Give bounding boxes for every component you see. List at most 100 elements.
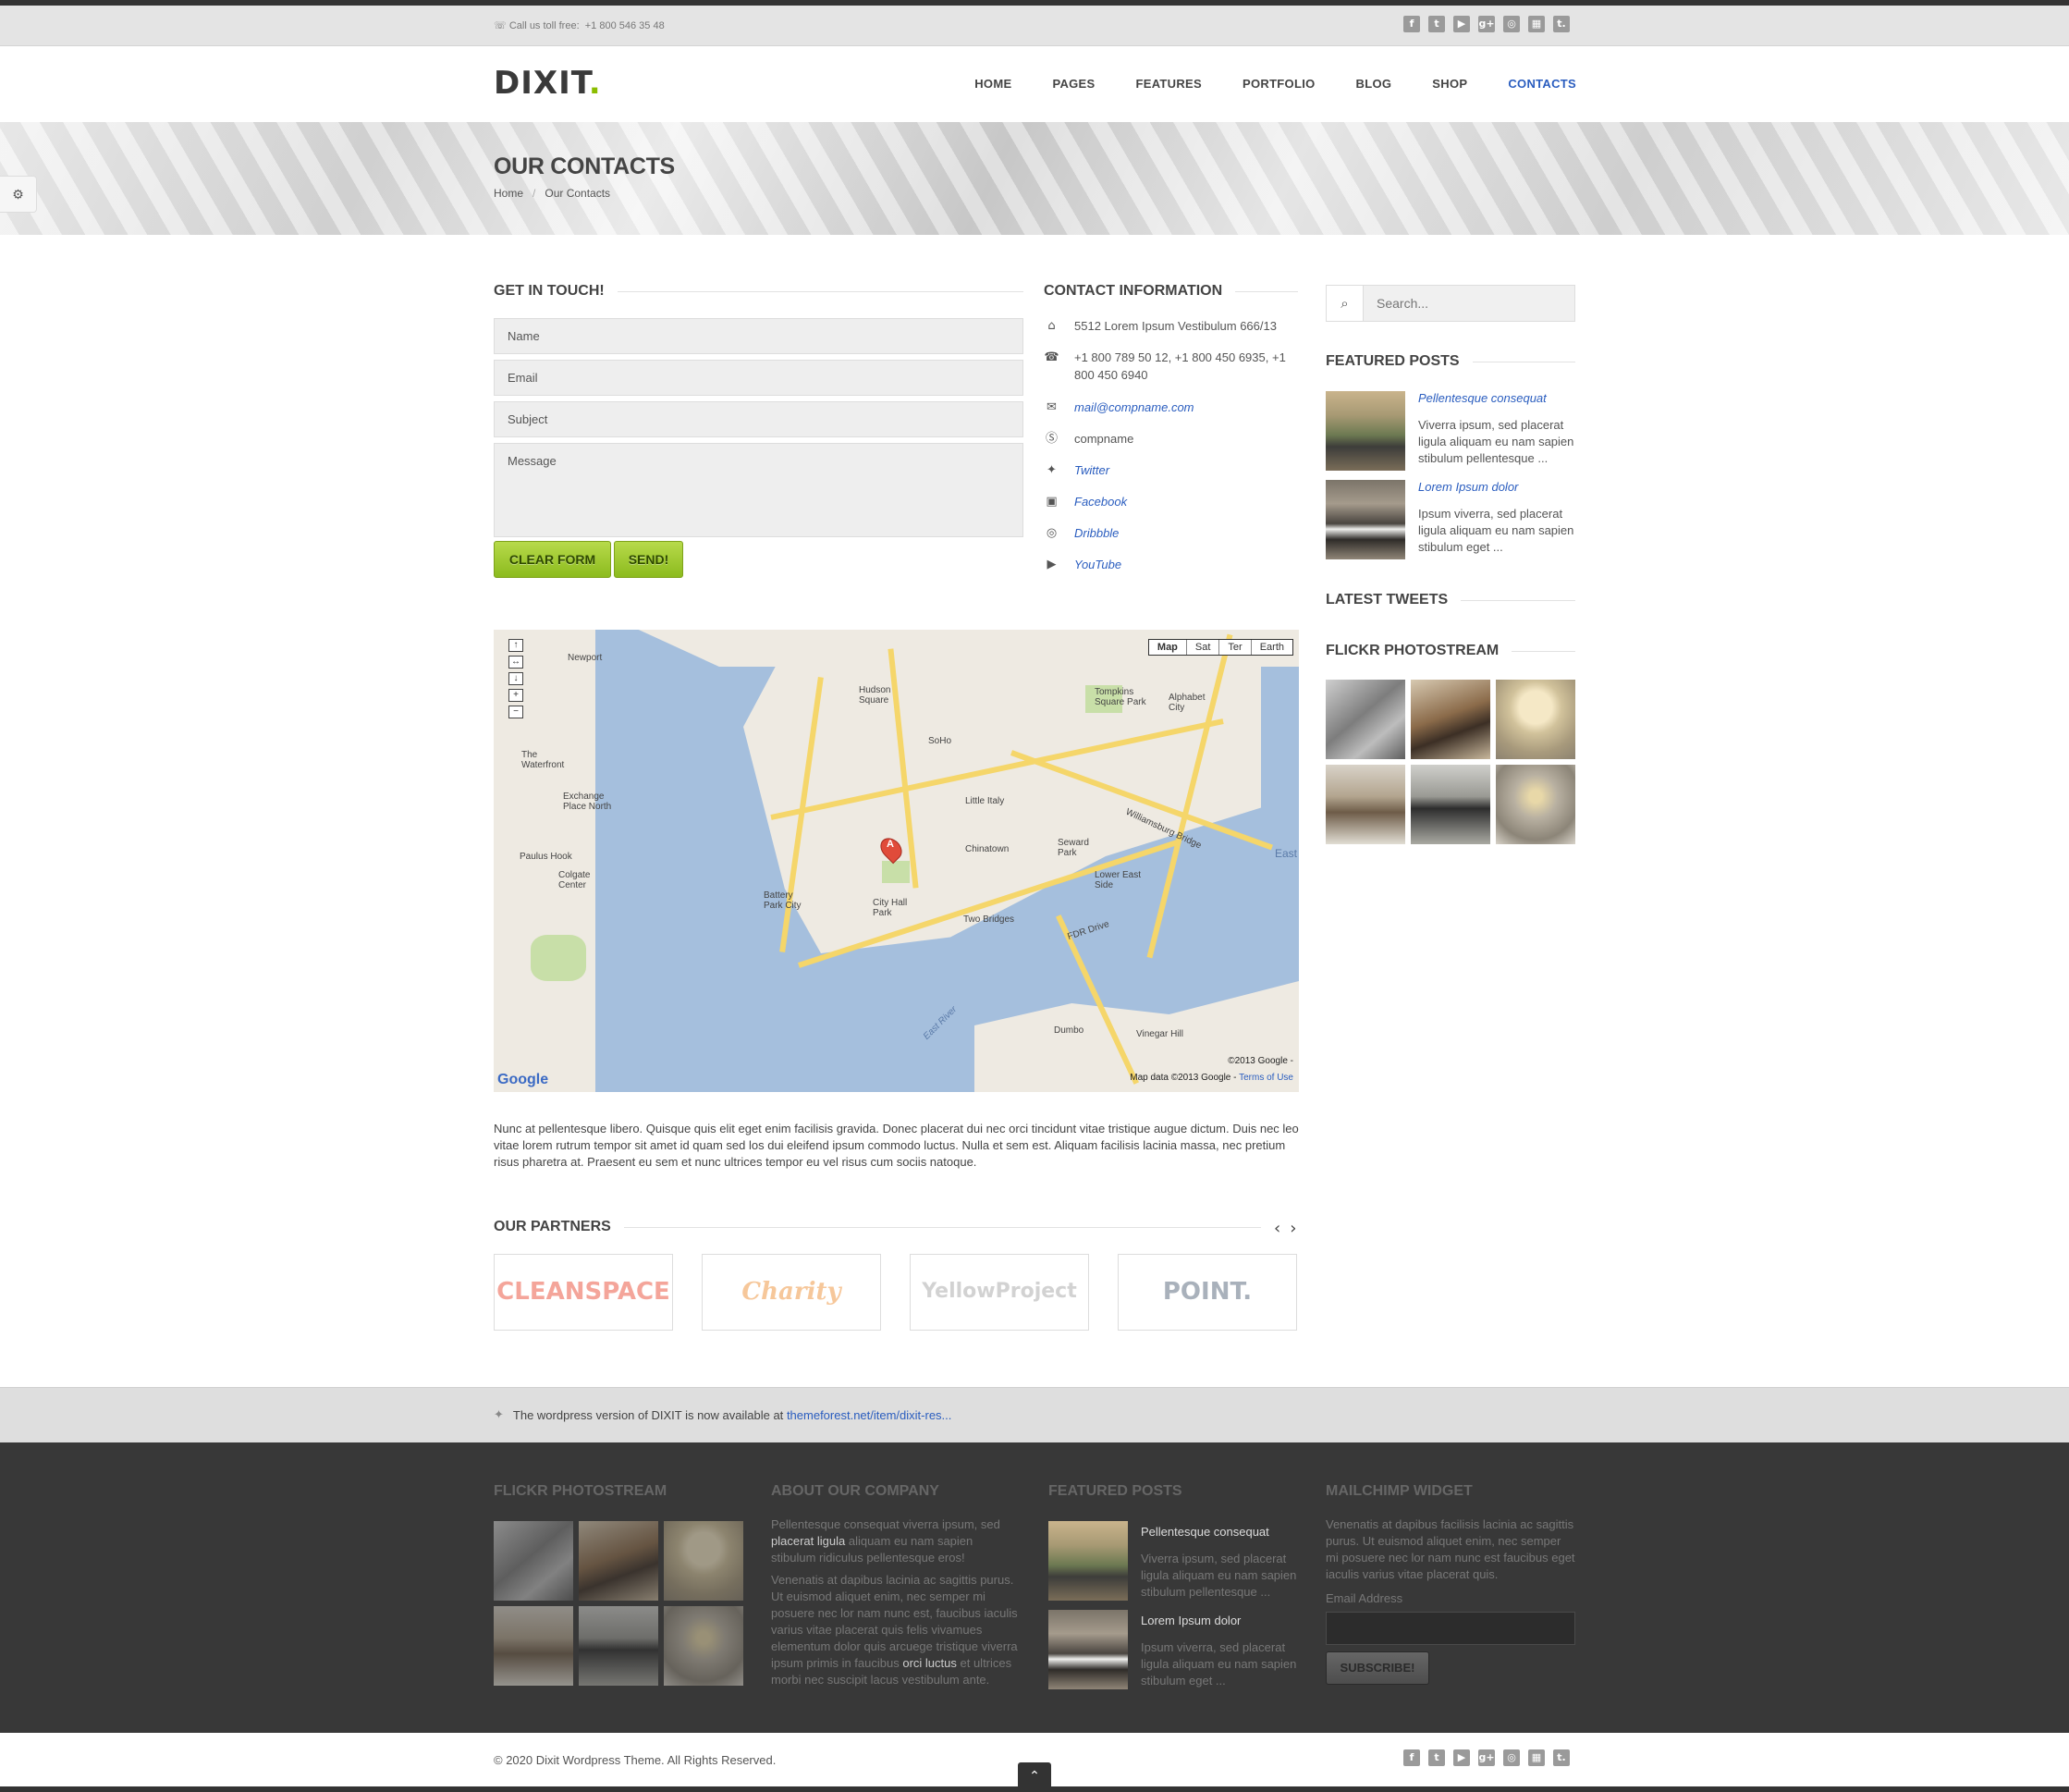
tumblr-icon[interactable]: t. xyxy=(1553,16,1570,32)
nav-blog[interactable]: BLOG xyxy=(1356,77,1392,91)
site-header: DIXIT. HOME PAGES FEATURES PORTFOLIO BLO… xyxy=(0,46,2069,122)
google-map[interactable]: ↑ ↔ ↓ + − Map Sat Ter Earth Newport The … xyxy=(494,630,1299,1092)
partner-logo-charity[interactable]: Charity xyxy=(702,1254,881,1331)
post-title[interactable]: Pellentesque consequat xyxy=(1141,1525,1269,1539)
map-pan-down-icon[interactable]: ↓ xyxy=(508,672,523,685)
settings-gear-icon[interactable]: ⚙ xyxy=(0,176,37,213)
youtube-link[interactable]: YouTube xyxy=(1074,556,1121,573)
nav-contacts[interactable]: CONTACTS xyxy=(1508,77,1576,91)
twitter-link[interactable]: Twitter xyxy=(1074,461,1109,479)
site-logo[interactable]: DIXIT. xyxy=(494,65,602,102)
subscribe-button[interactable]: SUBSCRIBE! xyxy=(1326,1651,1429,1685)
map-type-ter[interactable]: Ter xyxy=(1218,640,1250,655)
flickr-photo[interactable] xyxy=(1326,765,1405,844)
map-terms-link[interactable]: Terms of Use xyxy=(1239,1073,1293,1083)
map-marker-label: A xyxy=(887,839,894,850)
dribbble-icon: ◎ xyxy=(1046,526,1058,540)
flickr-photo[interactable] xyxy=(1326,680,1405,759)
nav-pages[interactable]: PAGES xyxy=(1052,77,1095,91)
delicious-icon[interactable]: ▦ xyxy=(1528,1749,1545,1766)
subscribe-email-input[interactable] xyxy=(1326,1612,1575,1645)
clear-form-button[interactable]: CLEAR FORM xyxy=(494,541,611,578)
footer-flickr-photo[interactable] xyxy=(664,1606,743,1686)
flickr-photo[interactable] xyxy=(1496,680,1575,759)
facebook-icon[interactable]: f xyxy=(1403,16,1420,32)
nav-portfolio[interactable]: PORTFOLIO xyxy=(1243,77,1316,91)
map-zoom-in-icon[interactable]: + xyxy=(508,689,523,702)
partner-logo-cleanspace[interactable]: CLEANSPACE xyxy=(494,1254,673,1331)
email-address-label: Email Address xyxy=(1326,1591,1403,1605)
flickr-photo[interactable] xyxy=(1411,680,1490,759)
contact-phones: ☎ +1 800 789 50 12, +1 800 450 6935, +1 8… xyxy=(1044,349,1298,384)
map-label: Exchange Place North xyxy=(563,792,612,812)
tweet-link[interactable]: themeforest.net/item/dixit-res... xyxy=(787,1408,951,1422)
message-textarea[interactable]: Message xyxy=(494,443,1023,537)
post-thumbnail[interactable] xyxy=(1326,480,1405,559)
back-to-top-icon[interactable]: ⌃ xyxy=(1018,1762,1051,1792)
twitter-icon[interactable]: t xyxy=(1428,16,1445,32)
google-plus-icon[interactable]: g+ xyxy=(1478,1749,1495,1766)
map-pan-left-right-icon[interactable]: ↔ xyxy=(508,656,523,669)
copyright-text: © 2020 Dixit Wordpress Theme. All Rights… xyxy=(494,1753,777,1767)
map-label: Chinatown xyxy=(965,844,1010,854)
nav-shop[interactable]: SHOP xyxy=(1432,77,1467,91)
partner-logo-point[interactable]: POINT. xyxy=(1118,1254,1297,1331)
footer-about-title: ABOUT OUR COMPANY xyxy=(771,1483,939,1499)
featured-post: Pellentesque consequat Viverra ipsum, se… xyxy=(1326,391,1575,471)
name-input[interactable]: Name xyxy=(494,318,1023,354)
search-input[interactable] xyxy=(1364,286,1574,321)
dribbble-link[interactable]: Dribbble xyxy=(1074,524,1119,542)
contact-dribbble: ◎ Dribbble xyxy=(1044,524,1303,542)
footer-flickr-photo[interactable] xyxy=(664,1521,743,1601)
youtube-icon[interactable]: ▶ xyxy=(1453,1749,1470,1766)
phone-number: +1 800 546 35 48 xyxy=(584,20,665,31)
footer-flickr-photo[interactable] xyxy=(579,1521,658,1601)
breadcrumb-home[interactable]: Home xyxy=(494,187,523,200)
google-plus-icon[interactable]: g+ xyxy=(1478,16,1495,32)
email-link[interactable]: mail@compname.com xyxy=(1074,399,1194,416)
map-type-sat[interactable]: Sat xyxy=(1185,640,1219,655)
delicious-icon[interactable]: ▦ xyxy=(1528,16,1545,32)
partners-label: OUR PARTNERS xyxy=(494,1219,611,1234)
youtube-icon[interactable]: ▶ xyxy=(1453,16,1470,32)
post-title[interactable]: Pellentesque consequat xyxy=(1418,391,1547,405)
map-label: Dumbo xyxy=(1054,1025,1084,1036)
flickr-photo[interactable] xyxy=(1411,765,1490,844)
post-title[interactable]: Lorem Ipsum dolor xyxy=(1141,1614,1241,1627)
footer-flickr-photo[interactable] xyxy=(579,1606,658,1686)
footer-featured-posts: Pellentesque consequat Viverra ipsum, se… xyxy=(1048,1521,1307,1706)
dribbble-icon[interactable]: ◎ xyxy=(1503,16,1520,32)
chevron-right-icon[interactable]: › xyxy=(1290,1219,1296,1238)
map-type-earth[interactable]: Earth xyxy=(1250,640,1292,655)
youtube-icon: ▶ xyxy=(1047,558,1057,571)
chevron-left-icon[interactable]: ‹ xyxy=(1274,1219,1280,1238)
tumblr-icon[interactable]: t. xyxy=(1553,1749,1570,1766)
map-zoom-out-icon[interactable]: − xyxy=(508,706,523,718)
map-data-label: Map data ©2013 Google - xyxy=(1130,1073,1237,1083)
partner-logo-yellowproject[interactable]: YellowProject xyxy=(910,1254,1089,1331)
map-pan-up-icon[interactable]: ↑ xyxy=(508,639,523,652)
phone-info: ☏ Call us toll free: +1 800 546 35 48 xyxy=(494,19,665,31)
flickr-photo[interactable] xyxy=(1496,765,1575,844)
partners-title: OUR PARTNERS xyxy=(494,1219,1261,1235)
facebook-link[interactable]: Facebook xyxy=(1074,493,1127,510)
nav-home[interactable]: HOME xyxy=(974,77,1011,91)
logo-text: DIXIT xyxy=(494,65,589,102)
post-thumbnail[interactable] xyxy=(1048,1610,1128,1689)
post-thumbnail[interactable] xyxy=(1048,1521,1128,1601)
subject-input[interactable]: Subject xyxy=(494,401,1023,437)
dribbble-icon[interactable]: ◎ xyxy=(1503,1749,1520,1766)
get-in-touch-label: GET IN TOUCH! xyxy=(494,283,605,299)
footer-flickr-photo[interactable] xyxy=(494,1521,573,1601)
facebook-icon[interactable]: f xyxy=(1403,1749,1420,1766)
send-button[interactable]: SEND! xyxy=(614,541,683,578)
email-input[interactable]: Email xyxy=(494,360,1023,396)
twitter-icon[interactable]: t xyxy=(1428,1749,1445,1766)
post-excerpt: Ipsum viverra, sed placerat ligula aliqu… xyxy=(1418,507,1574,554)
map-type-map[interactable]: Map xyxy=(1149,640,1186,655)
footer-flickr-photo[interactable] xyxy=(494,1606,573,1686)
post-thumbnail[interactable] xyxy=(1326,391,1405,471)
search-icon[interactable]: ⌕ xyxy=(1327,286,1364,321)
post-title[interactable]: Lorem Ipsum dolor xyxy=(1418,480,1518,494)
nav-features[interactable]: FEATURES xyxy=(1136,77,1203,91)
